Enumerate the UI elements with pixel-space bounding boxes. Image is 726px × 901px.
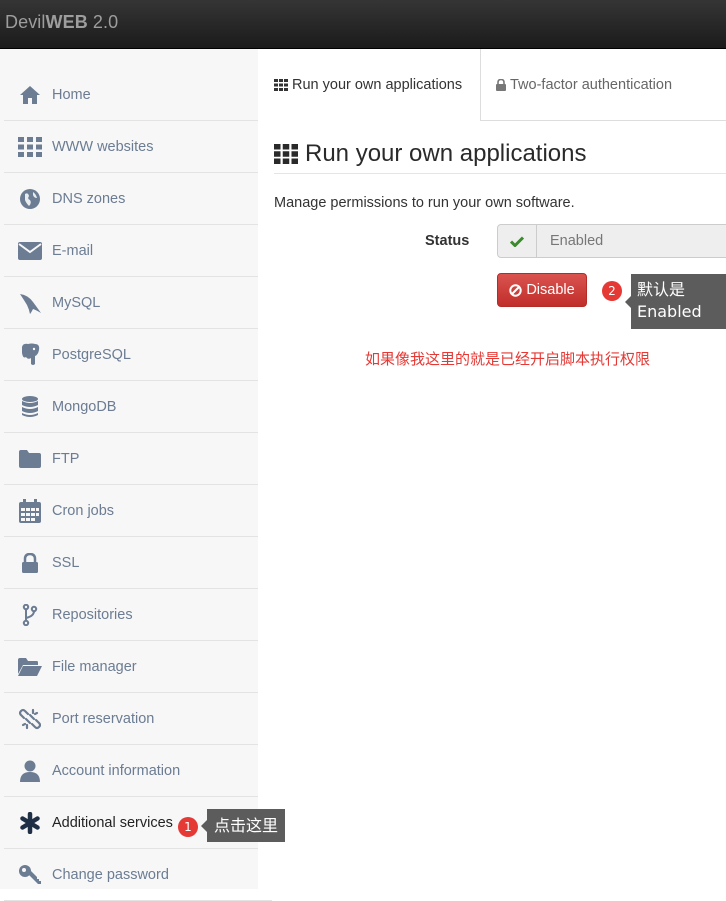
status-label: Status (425, 233, 470, 249)
sidebar-item-port-reservation[interactable]: Port reservation (4, 693, 272, 745)
grid-icon (17, 134, 43, 160)
sidebar-item-label: E-mail (52, 242, 94, 259)
sidebar-item-home[interactable]: Home (4, 69, 272, 121)
annotation-badge-1: 1 (178, 817, 198, 837)
sidebar-item-cron-jobs[interactable]: Cron jobs (4, 485, 272, 537)
page-title: Run your own applications (274, 140, 587, 168)
status-field: Enabled (497, 224, 726, 258)
tab-bar: Run your own applications Two-factor aut… (259, 49, 726, 121)
envelope-icon (17, 238, 43, 264)
tab-label: Two-factor authentication (510, 77, 673, 93)
ban-icon (509, 283, 523, 297)
globe-icon (17, 186, 43, 212)
sidebar-item-ssl[interactable]: SSL (4, 537, 272, 589)
status-value: Enabled (550, 233, 604, 249)
sidebar-item-email[interactable]: E-mail (4, 225, 272, 277)
sidebar-item-label: Cron jobs (52, 502, 115, 519)
sidebar-item-mongodb[interactable]: MongoDB (4, 381, 272, 433)
grid-icon (274, 144, 298, 164)
sidebar-item-repositories[interactable]: Repositories (4, 589, 272, 641)
annotation-note: 如果像我这里的就是已经开启脚本执行权限 (365, 350, 651, 368)
brand-logo[interactable]: DevilWEB 2.0 (5, 12, 118, 33)
sidebar-item-change-password[interactable]: Change password (4, 849, 272, 901)
user-icon (17, 758, 43, 784)
tab-divider (480, 120, 726, 121)
sidebar-item-www-websites[interactable]: WWW websites (4, 121, 272, 173)
asterisk-icon (17, 810, 43, 836)
lock-icon (496, 79, 506, 91)
tooltip-line: Enabled (637, 302, 702, 321)
lock-icon (17, 550, 43, 576)
folder-icon (17, 446, 43, 472)
elephant-icon (17, 342, 43, 368)
sidebar-item-label: Repositories (52, 606, 133, 623)
branch-icon (17, 602, 43, 628)
tab-run-own-applications[interactable]: Run your own applications (259, 49, 481, 121)
sidebar-item-label: DNS zones (52, 190, 126, 207)
annotation-tooltip-2: 默认是 Enabled (625, 274, 726, 329)
annotation-tooltip-1: 点击这里 (200, 809, 286, 842)
sidebar-item-label: Port reservation (52, 710, 155, 727)
sidebar-item-label: Home (52, 86, 91, 103)
sidebar-item-dns-zones[interactable]: DNS zones (4, 173, 272, 225)
sidebar-item-mysql[interactable]: MySQL (4, 277, 272, 329)
sidebar-item-postgresql[interactable]: PostgreSQL (4, 329, 272, 381)
key-icon (17, 862, 43, 888)
content-gutter (258, 49, 273, 889)
sidebar: Home WWW websites DNS zones E-mail MySQL… (0, 49, 273, 901)
sidebar-item-label: File manager (52, 658, 137, 675)
disable-button-label: Disable (526, 282, 575, 298)
sidebar-item-label: FTP (52, 450, 80, 467)
sidebar-item-account-information[interactable]: Account information (4, 745, 272, 797)
page-description: Manage permissions to run your own softw… (274, 195, 575, 211)
tab-two-factor-authentication[interactable]: Two-factor authentication (481, 49, 726, 121)
sidebar-item-label: PostgreSQL (52, 346, 131, 363)
annotation-badge-2: 2 (602, 281, 622, 301)
sidebar-item-label: Additional services (52, 814, 173, 831)
sidebar-item-file-manager[interactable]: File manager (4, 641, 272, 693)
disable-button[interactable]: Disable (497, 273, 587, 307)
top-navbar: DevilWEB 2.0 (0, 0, 726, 49)
grid-icon (274, 79, 288, 91)
page-title-text: Run your own applications (305, 140, 587, 167)
sidebar-item-ftp[interactable]: FTP (4, 433, 272, 485)
sidebar-item-label: WWW websites (52, 138, 154, 155)
check-icon (498, 225, 537, 257)
calendar-icon (17, 498, 43, 524)
sidebar-item-label: MongoDB (52, 398, 117, 415)
sidebar-item-label: SSL (52, 554, 80, 571)
dolphin-icon (17, 290, 43, 316)
home-icon (17, 82, 43, 108)
sidebar-item-label: Change password (52, 866, 169, 883)
database-icon (17, 394, 43, 420)
tab-label: Run your own applications (292, 77, 463, 93)
title-divider (274, 173, 726, 174)
sidebar-item-label: MySQL (52, 294, 101, 311)
link-broken-icon (17, 706, 43, 732)
tooltip-line: 默认是 (637, 280, 686, 299)
folder-open-icon (17, 654, 43, 680)
sidebar-item-label: Account information (52, 762, 181, 779)
